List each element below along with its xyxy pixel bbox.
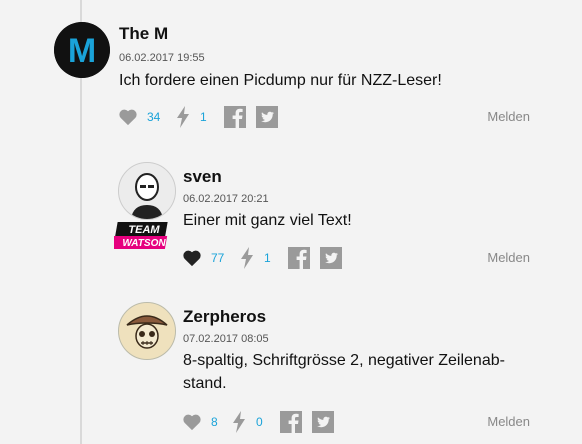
- like-count: 77: [211, 251, 225, 265]
- comment-zerpheros: Zerpheros 07.02.2017 08:05 8-spaltig, Sc…: [0, 290, 582, 444]
- avatar[interactable]: [118, 162, 176, 220]
- comment-text: Einer mit ganz viel Text!: [183, 212, 352, 229]
- twitter-icon[interactable]: [312, 411, 334, 433]
- heart-icon[interactable]: [181, 249, 203, 267]
- comment-sven: TEAM WATSON sven 06.02.2017 20:21 Einer …: [0, 150, 582, 280]
- bolt-count: 1: [200, 110, 207, 124]
- lightning-icon[interactable]: [175, 106, 191, 128]
- avatar-letter: M: [68, 32, 96, 70]
- badge-watson-text: WATSON: [122, 238, 166, 249]
- lightning-icon[interactable]: [231, 411, 247, 433]
- heart-icon[interactable]: [181, 413, 203, 431]
- skull-mushroom-icon: [119, 303, 175, 359]
- like-count: 8: [211, 415, 218, 429]
- m-logo-icon: M: [54, 22, 110, 78]
- bolt-count: 0: [256, 415, 263, 429]
- avatar[interactable]: M: [54, 22, 110, 78]
- badge-team-text: TEAM: [128, 224, 160, 236]
- comment-text-line-2: stand.: [183, 375, 227, 392]
- author-name[interactable]: Zerpheros: [183, 307, 266, 327]
- twitter-icon[interactable]: [256, 106, 278, 128]
- author-name[interactable]: The M: [119, 24, 168, 44]
- facebook-icon[interactable]: [288, 247, 310, 269]
- like-count: 34: [147, 110, 161, 124]
- heart-icon[interactable]: [117, 108, 139, 126]
- facebook-icon[interactable]: [224, 106, 246, 128]
- report-link[interactable]: Melden: [487, 414, 530, 429]
- comment-text: Ich fordere einen Picdump nur für NZZ-Le…: [119, 72, 442, 89]
- comment-actions: 77 1: [181, 246, 342, 270]
- bolt-count: 1: [264, 251, 271, 265]
- comment-date: 07.02.2017 08:05: [183, 333, 269, 345]
- author-name[interactable]: sven: [183, 167, 222, 187]
- twitter-icon[interactable]: [320, 247, 342, 269]
- report-link[interactable]: Melden: [487, 250, 530, 265]
- team-watson-badge: TEAM WATSON: [110, 220, 174, 254]
- comment-date: 06.02.2017 20:21: [183, 193, 269, 205]
- report-link[interactable]: Melden: [487, 109, 530, 124]
- facebook-icon[interactable]: [280, 411, 302, 433]
- bald-man-icon: [119, 163, 175, 219]
- comment-text-line-1: 8-spaltig, Schriftgrösse 2, negativer Ze…: [183, 352, 505, 369]
- comment-actions: 34 1: [117, 105, 278, 129]
- comment-date: 06.02.2017 19:55: [119, 52, 205, 64]
- avatar[interactable]: [118, 302, 176, 360]
- comment-actions: 8 0: [181, 410, 334, 434]
- lightning-icon[interactable]: [239, 247, 255, 269]
- comment-the-m: M The M 06.02.2017 19:55 Ich fordere ein…: [0, 0, 582, 150]
